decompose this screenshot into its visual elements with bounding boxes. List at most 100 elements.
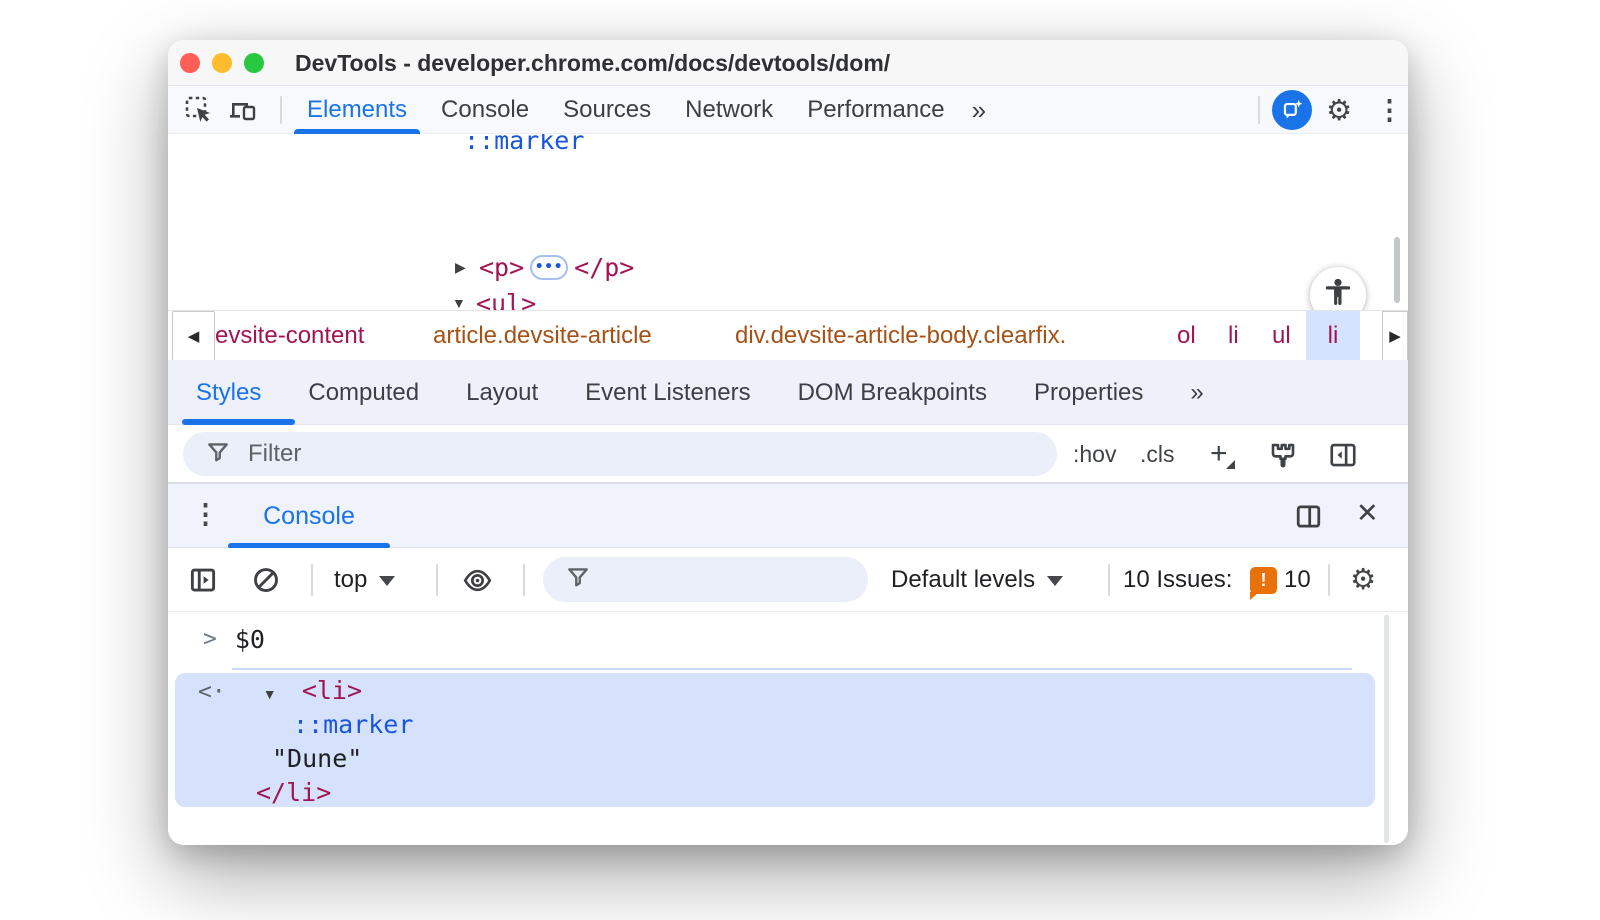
main-menu-kebab-icon[interactable]: ⋮ [1376,95,1403,126]
accessibility-fab-button[interactable] [1310,267,1366,310]
drawer-menu-kebab-icon[interactable]: ⋮ [192,499,219,530]
crumb-li-selected[interactable]: li [1306,311,1360,361]
console-result-highlighted[interactable]: <· ▼ <li> ::marker "Dune" </li> [175,673,1375,807]
log-levels-dropdown[interactable]: Default levels [891,548,1063,612]
toolbar-divider [311,564,313,596]
ai-assistance-icon[interactable] [1272,90,1312,130]
styles-sidebar-tabbar: Styles Computed Layout Event Listeners D… [168,360,1408,425]
crumb-scroll-left-button[interactable]: ◀ [172,311,215,361]
tab-layout[interactable]: Layout [466,360,538,425]
close-window-button[interactable] [180,53,200,73]
tab-event-listeners[interactable]: Event Listeners [585,360,750,425]
console-filter-field[interactable] [543,557,868,602]
expand-arrow-icon[interactable]: ▶ [455,259,479,276]
dropdown-caret-icon [1047,576,1063,586]
breadcrumb-bar: ◀ evsite-content article.devsite-article… [168,310,1408,360]
elements-panel: ::marker ▶ <p> ••• </p> ▼ <ul> ▶ <li> ••… [168,134,1408,310]
clear-console-icon[interactable] [251,565,281,600]
dom-node-ul[interactable]: ▼ <ul> [452,285,536,310]
dropdown-caret-icon [379,576,395,586]
result-line-open[interactable]: <· ▼ <li> [198,674,362,708]
javascript-context-selector[interactable]: top [334,548,395,612]
styles-filter-bar: :hov .cls + [168,425,1408,483]
live-expression-eye-icon[interactable] [462,565,493,601]
toolbar-divider [1108,564,1110,596]
chevron-right-icon: ▶ [1389,327,1401,345]
issues-warning-badge[interactable]: ! [1250,567,1277,594]
styles-filter-input[interactable] [248,440,844,468]
toggle-class-button[interactable]: .cls [1140,425,1175,483]
chevron-left-icon: ◀ [188,327,200,345]
more-panels-icon[interactable]: » [962,95,996,126]
collapse-arrow-icon[interactable]: ▼ [452,295,476,310]
toolbar-divider [1258,96,1260,124]
crumb-div-article-body[interactable]: div.devsite-article-body.clearfix. [735,311,1066,361]
toolbar-divider [1328,564,1330,596]
crumb-devsite-content[interactable]: evsite-content [215,311,364,361]
toggle-pseudo-state-button[interactable]: :hov [1073,425,1116,483]
filter-funnel-icon [565,564,591,595]
drawer-tab-console[interactable]: Console [228,484,390,549]
tab-styles[interactable]: Styles [196,360,261,425]
rendering-paintbrush-icon[interactable] [1268,440,1298,475]
prompt-chevron-icon: > [203,626,217,652]
console-drawer-header: ⋮ Console ✕ [168,483,1408,548]
result-line-marker[interactable]: ::marker [293,708,413,742]
message-separator [232,668,1352,670]
badge-tail [1250,592,1259,600]
console-command-row[interactable]: > $0 [168,620,265,658]
crumb-article[interactable]: article.devsite-article [433,311,652,361]
dock-sidebar-icon[interactable] [1328,440,1358,475]
new-style-rule-expand-triangle [1226,460,1235,469]
tab-properties[interactable]: Properties [1034,360,1143,425]
tab-dom-breakpoints[interactable]: DOM Breakpoints [798,360,987,425]
inspect-element-icon[interactable] [184,95,214,125]
toolbar-divider [280,96,282,124]
more-sidebar-tabs-icon[interactable]: » [1190,360,1203,425]
panel-tabs: Elements Console Sources Network Perform… [290,86,996,134]
tab-elements[interactable]: Elements [290,86,424,134]
zoom-window-button[interactable] [244,53,264,73]
toolbar-divider [436,564,438,596]
tab-sources[interactable]: Sources [546,86,668,134]
split-panel-icon[interactable] [1294,502,1323,536]
console-settings-gear-icon[interactable]: ⚙ [1350,562,1376,596]
filter-funnel-icon [205,439,231,470]
devtools-main-toolbar: Elements Console Sources Network Perform… [168,86,1408,134]
result-line-text[interactable]: "Dune" [272,742,362,776]
window-title: DevTools - developer.chrome.com/docs/dev… [295,40,890,86]
device-toolbar-icon[interactable] [228,95,258,125]
show-console-sidebar-icon[interactable] [188,565,218,600]
crumb-ul[interactable]: ul [1272,311,1291,361]
inline-ellipsis-icon[interactable]: ••• [530,255,568,280]
issues-counter-label[interactable]: 10 Issues: [1123,548,1232,612]
desktop-background: DevTools - developer.chrome.com/docs/dev… [0,0,1600,920]
close-drawer-icon[interactable]: ✕ [1356,498,1379,529]
console-toolbar: top Default levels 10 Issue [168,548,1408,612]
tab-console[interactable]: Console [424,86,546,134]
console-filter-input[interactable] [605,566,817,594]
accessibility-person-icon [1321,275,1355,310]
devtools-window: DevTools - developer.chrome.com/docs/dev… [168,40,1408,845]
crumb-scroll-right-button[interactable]: ▶ [1382,311,1408,361]
issues-count[interactable]: 10 [1284,548,1311,612]
settings-gear-icon[interactable]: ⚙ [1326,93,1352,127]
crumb-ol[interactable]: ol [1177,311,1196,361]
tab-network[interactable]: Network [668,86,790,134]
dom-node-marker-pseudo[interactable]: ::marker [464,134,584,158]
result-line-close[interactable]: </li> [256,776,331,810]
styles-filter-field[interactable] [183,432,1057,476]
minimize-window-button[interactable] [212,53,232,73]
window-titlebar: DevTools - developer.chrome.com/docs/dev… [168,40,1408,86]
console-messages-area: > $0 <· ▼ <li> ::marker "Dune" </li> [168,612,1408,845]
dom-node-p[interactable]: ▶ <p> ••• </p> [455,249,634,285]
new-style-rule-button[interactable]: + [1210,425,1228,483]
tab-performance[interactable]: Performance [790,86,961,134]
console-command-text: $0 [235,625,265,654]
collapse-arrow-icon[interactable]: ▼ [263,677,287,711]
console-scrollbar-thumb[interactable] [1384,615,1389,843]
toolbar-divider [523,564,525,596]
tab-computed[interactable]: Computed [308,360,419,425]
crumb-li[interactable]: li [1228,311,1239,361]
elements-scrollbar-thumb[interactable] [1394,237,1400,303]
